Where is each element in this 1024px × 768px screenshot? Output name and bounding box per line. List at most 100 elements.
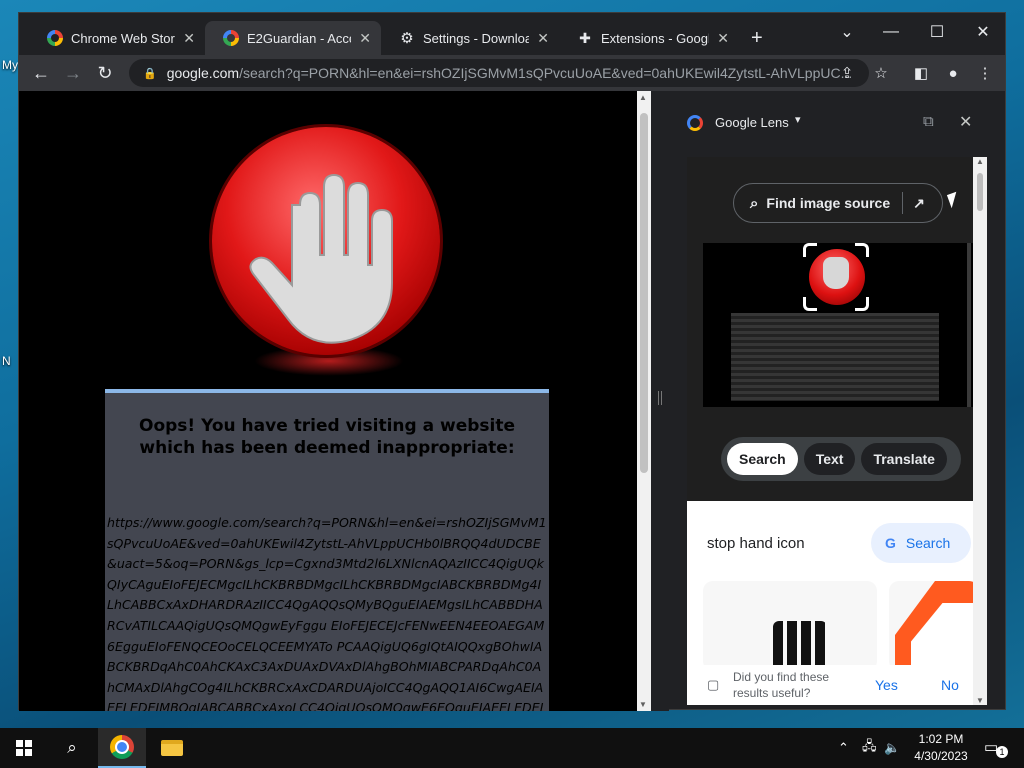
bookmark-star-icon[interactable]: ☆ <box>871 63 891 83</box>
lens-image-area: ⌕ Find image source ↗ Search Text Transl… <box>687 157 973 501</box>
grip-icon[interactable] <box>658 391 662 405</box>
browser-toolbar: ← → ↻ 🔒 google.com /search?q=PORN&hl=en&… <box>19 55 1005 91</box>
google-lens-icon <box>687 115 703 131</box>
tab-search-button[interactable]: ⌄ <box>825 19 869 45</box>
side-panel-header: Google Lens ▾ ⧉ ✕ <box>669 103 991 143</box>
find-image-source-button[interactable]: ⌕ Find image source ↗ <box>733 183 943 223</box>
clock-date: 4/30/2023 <box>914 749 968 763</box>
menu-kebab-icon[interactable]: ⋮ <box>975 63 995 83</box>
feedback-yes-button[interactable]: Yes <box>875 677 898 693</box>
open-in-new-tab-icon[interactable]: ⧉ <box>923 113 934 130</box>
back-button[interactable]: ← <box>29 61 53 85</box>
feedback-no-button[interactable]: No <box>941 677 959 693</box>
chrome-icon <box>110 735 134 759</box>
page-scrollbar[interactable]: ▲ ▼ <box>637 91 651 711</box>
desktop-icon-label[interactable]: My <box>2 58 18 72</box>
stop-hand-icon <box>212 127 440 355</box>
preview-scrollbar <box>967 243 971 407</box>
chevron-up-icon[interactable]: ⌃ <box>838 728 849 768</box>
clock-time: 1:02 PM <box>918 732 964 746</box>
lens-scrollbar-thumb[interactable] <box>977 173 983 211</box>
taskbar-chrome-button[interactable] <box>98 728 146 768</box>
tab-extensions[interactable]: ✚ Extensions - Google Drive ✕ <box>559 21 739 55</box>
gear-icon: ⚙ <box>400 30 414 47</box>
lens-image-preview[interactable] <box>703 243 973 407</box>
tab-title: E2Guardian - Access Denied <box>247 30 351 46</box>
address-host: google.com <box>166 65 240 81</box>
search-icon[interactable]: ⌕ <box>50 728 94 768</box>
profile-icon[interactable]: ● <box>943 63 963 83</box>
side-panel-icon[interactable]: ◧ <box>911 63 931 83</box>
volume-icon[interactable]: 🔈 <box>884 728 900 768</box>
system-clock[interactable]: 1:02 PM 4/30/2023 <box>906 731 976 765</box>
result-image-card[interactable] <box>889 581 973 671</box>
side-panel-title[interactable]: Google Lens <box>715 115 789 130</box>
lock-icon[interactable]: 🔒 <box>143 67 157 80</box>
side-panel-resize-handle[interactable] <box>651 91 669 711</box>
feedback-bar: ▢ Did you find these results useful? Yes… <box>687 665 973 705</box>
notification-badge: 1 <box>996 746 1008 758</box>
scroll-up-arrow-icon[interactable]: ▲ <box>639 93 647 102</box>
blocked-page: Oops! You have tried visiting a website … <box>19 91 637 711</box>
scroll-down-arrow-icon[interactable]: ▼ <box>639 700 647 709</box>
chevron-down-icon[interactable]: ▾ <box>795 113 801 126</box>
share-icon[interactable]: ⇪ <box>837 63 857 83</box>
tab-e2guardian[interactable]: E2Guardian - Access Denied ✕ <box>205 21 381 55</box>
tab-settings-downloads[interactable]: ⚙ Settings - Downloads ✕ <box>381 21 559 55</box>
google-icon <box>223 30 239 46</box>
forward-button[interactable]: → <box>61 61 85 85</box>
lens-search-label: Search <box>905 535 951 551</box>
mode-translate-button[interactable]: Translate <box>861 443 947 475</box>
block-message-box: Oops! You have tried visiting a website … <box>105 389 549 711</box>
result-image-card[interactable] <box>703 581 877 671</box>
taskbar-file-explorer-button[interactable] <box>148 728 196 768</box>
maximize-button[interactable]: ☐ <box>915 19 959 45</box>
tab-chrome-web-store[interactable]: Chrome Web Store ✕ <box>29 21 205 55</box>
feedback-icon: ▢ <box>707 677 720 692</box>
folder-icon <box>161 740 183 756</box>
mouse-cursor-icon <box>946 191 962 209</box>
mode-text-button[interactable]: Text <box>803 443 856 475</box>
tab-title: Extensions - Google Drive <box>601 30 709 46</box>
divider <box>902 192 904 214</box>
lens-search-button[interactable]: G Search <box>871 523 971 563</box>
tab-close-icon[interactable]: ✕ <box>183 30 195 47</box>
puzzle-icon: ✚ <box>579 29 591 46</box>
reload-button[interactable]: ↻ <box>93 61 117 85</box>
tab-close-icon[interactable]: ✕ <box>717 30 729 47</box>
google-g-icon: G <box>885 535 896 551</box>
tab-close-icon[interactable]: ✕ <box>537 30 549 47</box>
network-icon[interactable]: 🖧 <box>862 728 877 768</box>
google-icon <box>47 30 63 46</box>
lens-scrollbar[interactable]: ▲ ▼ <box>973 157 987 705</box>
scroll-up-arrow-icon[interactable]: ▲ <box>976 157 984 166</box>
desktop-icon-label[interactable]: N <box>2 354 11 368</box>
mode-search-button[interactable]: Search <box>727 443 798 475</box>
new-tab-button[interactable]: + <box>751 27 763 50</box>
black-hand-icon <box>773 621 827 671</box>
lens-results: stop hand icon G Search ▢ Did you find t… <box>687 501 973 705</box>
address-path: /search?q=PORN&hl=en&ei=rshOZIjSGMvM1sQP… <box>239 65 853 81</box>
browser-window: Chrome Web Store ✕ E2Guardian - Access D… <box>18 12 1006 711</box>
page-scrollbar-thumb[interactable] <box>640 113 648 473</box>
find-image-source-label: Find image source <box>766 195 891 211</box>
notification-center-button[interactable]: ▭ 1 <box>984 738 1008 758</box>
address-bar[interactable]: 🔒 google.com /search?q=PORN&hl=en&ei=rsh… <box>129 59 869 87</box>
close-side-panel-icon[interactable]: ✕ <box>959 112 972 132</box>
scroll-down-arrow-icon[interactable]: ▼ <box>976 696 984 705</box>
start-button[interactable] <box>0 728 48 768</box>
blocked-url: https://www.google.com/search?q=PORN&hl=… <box>107 515 547 711</box>
block-title: Oops! You have tried visiting a website … <box>139 416 515 458</box>
minimize-button[interactable]: — <box>869 19 913 45</box>
taskbar: ⌕ ⌃ 🖧 🔈 1:02 PM 4/30/2023 ▭ 1 <box>0 728 1024 768</box>
close-window-button[interactable]: ✕ <box>961 19 1005 45</box>
tab-title: Chrome Web Store <box>71 30 176 46</box>
windows-logo-icon <box>16 740 32 756</box>
open-external-icon: ↗ <box>913 194 925 211</box>
lens-query-text: stop hand icon <box>707 535 805 552</box>
google-lens-side-panel: Google Lens ▾ ⧉ ✕ ⌕ Find image source ↗ <box>669 103 991 707</box>
feedback-question: Did you find these results useful? <box>733 670 830 700</box>
tab-close-icon[interactable]: ✕ <box>359 30 371 47</box>
selection-crop-box[interactable] <box>803 243 869 311</box>
image-search-icon: ⌕ <box>750 194 759 212</box>
